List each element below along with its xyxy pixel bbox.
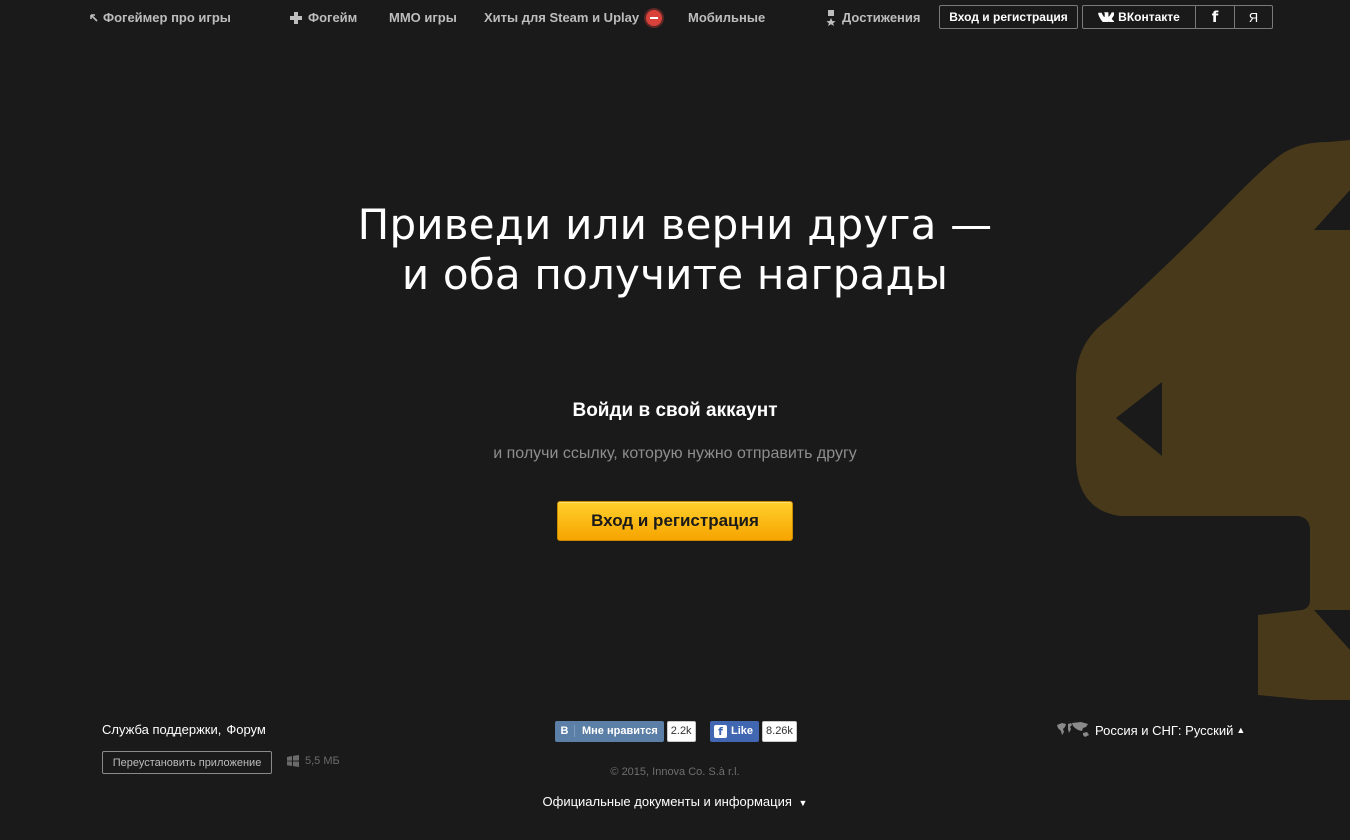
hits-badge-icon	[646, 10, 663, 26]
forum-link[interactable]: Форум	[226, 722, 266, 737]
vk-like-count: 2.2k	[666, 720, 696, 742]
fb-like-label: Like	[731, 725, 754, 737]
medal-icon	[825, 10, 837, 26]
fogame-logo-icon	[289, 11, 303, 25]
fb-like-count: 8.26k	[762, 720, 797, 742]
vk-icon	[1098, 12, 1115, 22]
nav-mmo-link[interactable]: MMO игры	[389, 10, 457, 26]
official-docs-link[interactable]: Официальные документы и информация ▼	[0, 794, 1350, 809]
vk-share-widget: В Мне нравится 2.2k	[555, 720, 696, 742]
login-heading: Войди в свой аккаунт	[572, 400, 778, 421]
nav-hits-label: Хиты для Steam и Uplay	[484, 10, 640, 25]
vk-login-label: ВКонтакте	[1118, 10, 1180, 24]
top-navigation: Фогеймер про игры Фогейм MMO игры Хиты д…	[0, 0, 1350, 36]
facebook-login-button[interactable]: f	[1196, 6, 1235, 28]
login-button[interactable]: Вход и регистрация	[939, 5, 1078, 29]
nav-mmo-label: MMO игры	[389, 10, 457, 25]
nav-back-label: Фогеймер про игры	[103, 10, 231, 25]
social-login-group: ВКонтакте f Я	[1082, 5, 1273, 29]
footer-links: Служба поддержки , Форум	[102, 722, 266, 737]
page-title: Приведи или верни друга — и оба получите…	[0, 200, 1350, 300]
language-label: Россия и СНГ: Русский	[1095, 722, 1234, 738]
vk-share-icon: В	[555, 725, 575, 737]
nav-fogame-label: Фогейм	[308, 10, 358, 25]
nav-mobile-label: Мобильные	[688, 10, 766, 25]
fb-share-widget: f Like 8.26k	[710, 720, 797, 742]
nav-back-link[interactable]: Фогеймер про игры	[90, 10, 231, 26]
vk-like-label: Мне нравится	[582, 725, 658, 737]
caret-down-icon: ▼	[798, 798, 808, 808]
arrow-up-left-icon	[90, 14, 98, 22]
facebook-icon: f	[714, 724, 727, 738]
vk-like-button[interactable]: В Мне нравится	[555, 720, 664, 742]
cta-login-button[interactable]: Вход и регистрация	[557, 501, 793, 541]
nav-achievements-label: Достижения	[842, 10, 921, 25]
vk-login-button[interactable]: ВКонтакте	[1083, 6, 1196, 28]
login-subtitle: и получи ссылку, которую нужно отправить…	[493, 445, 857, 462]
copyright: © 2015, Innova Co. S.à r.l.	[610, 766, 740, 778]
caret-up-icon: ▲	[1236, 725, 1246, 735]
nav-fogame-link[interactable]: Фогейм	[289, 10, 357, 26]
nav-achievements-link[interactable]: Достижения	[825, 10, 920, 26]
yandex-login-button[interactable]: Я	[1235, 6, 1272, 28]
docs-label: Официальные документы и информация	[542, 794, 792, 809]
footer-separator: ,	[217, 722, 222, 737]
fb-like-button[interactable]: f Like	[710, 720, 760, 742]
support-link[interactable]: Служба поддержки	[102, 722, 218, 737]
nav-hits-link[interactable]: Хиты для Steam и Uplay	[484, 10, 663, 26]
title-line-2: и оба получите награды	[401, 250, 949, 299]
language-selector[interactable]: Россия и СНГ: Русский ▲	[1056, 722, 1245, 738]
title-line-1: Приведи или верни друга —	[357, 200, 993, 249]
nav-mobile-link[interactable]: Мобильные	[688, 10, 765, 26]
world-map-icon	[1056, 722, 1090, 738]
